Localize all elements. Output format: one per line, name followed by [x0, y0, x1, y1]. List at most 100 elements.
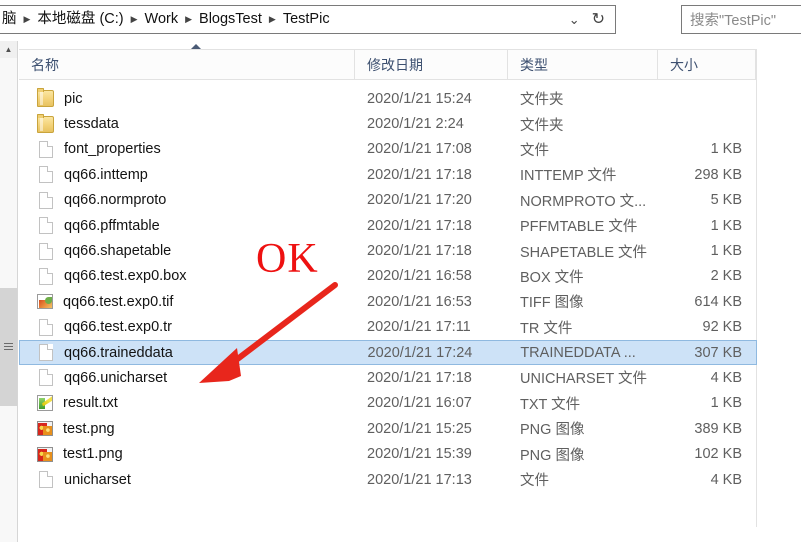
breadcrumb-separator-icon: ▶	[185, 14, 193, 24]
png-image-icon	[37, 446, 53, 462]
file-name-cell[interactable]: qq66.test.exp0.tif	[19, 289, 355, 314]
table-row[interactable]: pic 2020/1/21 15:24 文件夹	[19, 86, 757, 111]
table-row[interactable]: qq66.inttemp 2020/1/21 17:18 INTTEMP 文件 298…	[19, 162, 757, 187]
file-name-cell[interactable]: qq66.pffmtable	[19, 213, 355, 238]
table-row[interactable]: qq66.test.exp0.tr 2020/1/21 17:11 TR 文件 92 …	[19, 315, 757, 340]
file-size-cell	[658, 86, 756, 111]
file-type-cell: PNG 图像	[520, 447, 585, 464]
file-name-cell[interactable]: qq66.normproto	[19, 188, 355, 213]
file-type-cell: TR 文件	[520, 320, 573, 337]
table-row[interactable]: qq66.unicharset 2020/1/21 17:18 UNICHARSET…	[19, 365, 757, 390]
table-row[interactable]: unicharset 2020/1/21 17:13 文件 4 KB	[19, 467, 757, 492]
file-size-cell: 92 KB	[702, 319, 743, 336]
column-header-type[interactable]: 类型	[508, 50, 658, 79]
file-size-cell: 2 KB	[710, 268, 742, 285]
scrollbar-thumb[interactable]	[0, 288, 17, 406]
table-row[interactable]: qq66.test.exp0.tif 2020/1/21 16:53 TIFF 图像…	[19, 289, 757, 314]
breadcrumb-item-1[interactable]: 本地磁盘 (C:)	[35, 6, 125, 33]
file-icon	[39, 471, 53, 489]
file-type-cell: 文件夹	[520, 117, 564, 134]
file-type-cell: BOX 文件	[520, 269, 584, 286]
file-name-cell[interactable]: test.png	[19, 416, 355, 441]
file-type-cell: TRAINEDDATA ...	[520, 344, 636, 361]
png-image-icon	[37, 421, 53, 437]
ok-annotation-label: OK	[256, 236, 319, 282]
file-name-label: qq66.test.exp0.box	[64, 268, 187, 285]
file-date-cell: 2020/1/21 15:25	[367, 420, 472, 437]
file-name-cell[interactable]: qq66.inttemp	[19, 162, 355, 187]
file-name-cell[interactable]: qq66.test.exp0.tr	[19, 315, 355, 340]
file-icon	[39, 344, 53, 362]
folder-icon	[37, 113, 54, 133]
file-size-cell: 5 KB	[710, 192, 742, 209]
file-name-cell[interactable]: result.txt	[19, 391, 355, 416]
file-icon	[39, 369, 53, 387]
table-row[interactable]: font_properties 2020/1/21 17:08 文件 1 KB	[19, 137, 757, 162]
table-row[interactable]: test.png 2020/1/21 15:25 PNG 图像 389 KB	[19, 416, 757, 441]
file-size-cell: 1 KB	[710, 395, 742, 412]
file-icon	[39, 217, 53, 235]
file-name-label: tessdata	[64, 116, 119, 133]
file-date-cell: 2020/1/21 15:24	[367, 90, 472, 107]
search-input[interactable]: 搜索"TestPic"	[681, 5, 801, 34]
file-name-cell[interactable]: unicharset	[19, 467, 355, 492]
vertical-scrollbar[interactable]: ▲	[0, 41, 18, 542]
file-date-cell: 2020/1/21 17:13	[367, 471, 472, 488]
txt-chart-icon	[37, 395, 53, 412]
table-row[interactable]: tessdata 2020/1/21 2:24 文件夹	[19, 111, 757, 136]
file-size-cell: 1 KB	[710, 217, 742, 234]
file-name-cell[interactable]: pic	[19, 86, 355, 111]
table-row[interactable]: test1.png 2020/1/21 15:39 PNG 图像 102 KB	[19, 441, 757, 466]
breadcrumb-item-0[interactable]: 脑	[0, 6, 19, 33]
file-icon	[39, 318, 53, 336]
file-name-label: qq66.test.exp0.tr	[64, 319, 173, 336]
file-date-cell: 2020/1/21 16:58	[367, 268, 472, 285]
file-list[interactable]: pic 2020/1/21 15:24 文件夹 tessdata 2020/1/21 2…	[19, 86, 757, 526]
file-type-cell: 文件夹	[520, 92, 564, 109]
file-date-cell: 2020/1/21 15:39	[367, 446, 472, 463]
address-bar[interactable]: 脑 ▶ 本地磁盘 (C:) ▶ Work ▶ BlogsTest ▶ TestP…	[0, 5, 616, 34]
file-icon	[39, 242, 53, 260]
file-type-cell: PFFMTABLE 文件	[520, 219, 638, 236]
table-row[interactable]: qq66.normproto 2020/1/21 17:20 NORMPROTO 文…	[19, 188, 757, 213]
file-name-cell[interactable]: test1.png	[19, 441, 355, 466]
table-row-selected[interactable]: qq66.traineddata 2020/1/21 17:24 TRAINEDDA…	[19, 339, 757, 366]
file-name-label: unicharset	[64, 471, 131, 488]
breadcrumb-item-4[interactable]: TestPic	[281, 6, 332, 33]
breadcrumb[interactable]: 脑 ▶ 本地磁盘 (C:) ▶ Work ▶ BlogsTest ▶ TestP…	[0, 6, 561, 33]
table-row[interactable]: qq66.shapetable 2020/1/21 17:18 SHAPETABLE…	[19, 238, 757, 263]
file-name-cell[interactable]: qq66.unicharset	[19, 365, 355, 390]
file-type-cell: 文件	[520, 142, 549, 159]
file-date-cell: 2020/1/21 17:08	[367, 141, 472, 158]
file-name-label: qq66.shapetable	[64, 243, 172, 260]
file-name-cell[interactable]: font_properties	[19, 137, 355, 162]
search-placeholder: 搜索"TestPic"	[690, 13, 777, 29]
breadcrumb-item-3[interactable]: BlogsTest	[197, 6, 264, 33]
scrollbar-track[interactable]	[0, 58, 17, 542]
file-date-cell: 2020/1/21 16:07	[367, 395, 472, 412]
file-size-cell	[658, 111, 756, 136]
file-date-cell: 2020/1/21 2:24	[367, 116, 464, 133]
breadcrumb-item-2[interactable]: Work	[143, 6, 181, 33]
folder-icon	[37, 88, 54, 108]
file-type-cell: PNG 图像	[520, 422, 585, 439]
file-type-cell: INTTEMP 文件	[520, 168, 617, 185]
file-name-cell[interactable]: qq66.traineddata	[20, 341, 356, 364]
chevron-down-icon[interactable]: ⌄	[561, 6, 588, 33]
file-icon	[39, 140, 53, 158]
refresh-icon[interactable]: ↻	[588, 7, 609, 32]
table-row[interactable]: result.txt 2020/1/21 16:07 TXT 文件 1 KB	[19, 391, 757, 416]
column-header-size[interactable]: 大小	[658, 50, 756, 79]
column-header-date[interactable]: 修改日期	[355, 50, 508, 79]
file-size-cell: 1 KB	[710, 141, 742, 158]
file-size-cell: 102 KB	[694, 446, 742, 463]
scroll-up-arrow-icon[interactable]: ▲	[0, 41, 17, 58]
file-explorer-window: 脑 ▶ 本地磁盘 (C:) ▶ Work ▶ BlogsTest ▶ TestP…	[0, 0, 801, 542]
scrollbar-grip-icon	[4, 343, 13, 350]
column-header-name[interactable]: 名称	[19, 50, 355, 79]
table-row[interactable]: qq66.test.exp0.box 2020/1/21 16:58 BOX 文件 2…	[19, 264, 757, 289]
file-name-cell[interactable]: tessdata	[19, 111, 355, 136]
file-size-cell: 1 KB	[710, 243, 742, 260]
table-row[interactable]: qq66.pffmtable 2020/1/21 17:18 PFFMTABLE 文…	[19, 213, 757, 238]
file-date-cell: 2020/1/21 16:53	[367, 293, 472, 310]
